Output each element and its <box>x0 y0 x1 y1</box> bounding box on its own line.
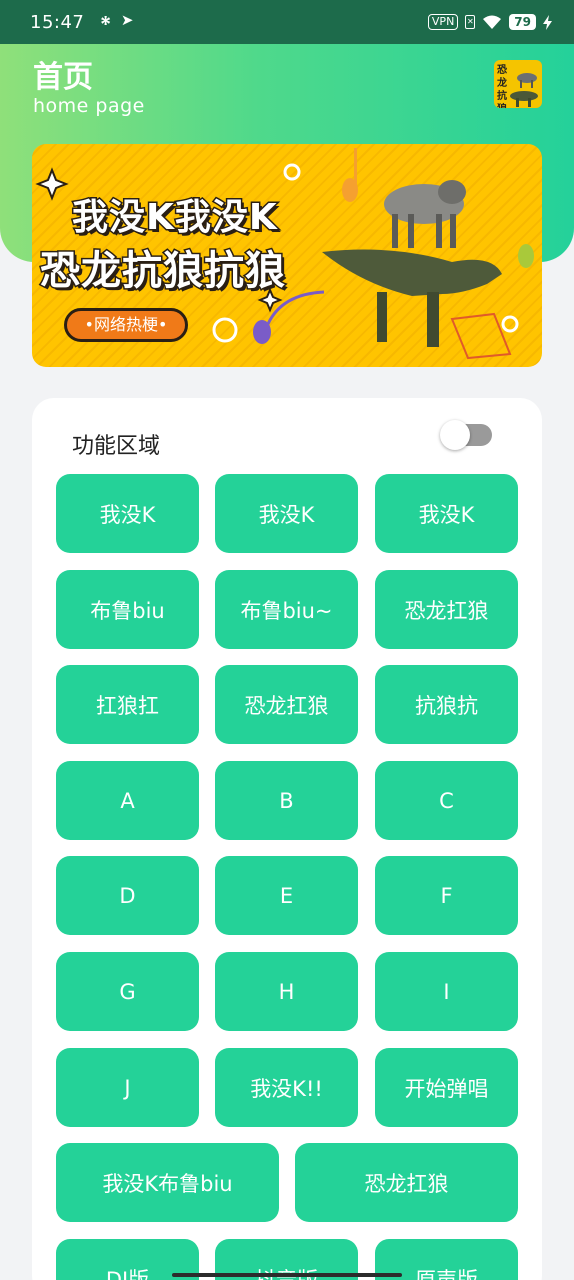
usb-icon: 🞷 <box>100 12 111 30</box>
no-sim-icon: ✕ <box>465 15 476 29</box>
logo-text: 恐龙抗狼 <box>497 65 507 108</box>
sound-button-23[interactable]: 恐龙扛狼 <box>295 1143 518 1222</box>
function-area-card: 功能区域 我没K 我没K 我没K 布鲁biu 布鲁biu~ 恐龙扛狼 扛狼扛 恐… <box>32 398 542 1280</box>
page-title: 首页 <box>33 60 93 95</box>
wifi-icon <box>483 15 502 29</box>
battery-indicator: 79 <box>509 14 536 30</box>
sound-button-20[interactable]: 我没K!! <box>215 1048 358 1127</box>
sound-button-1[interactable]: 我没K <box>56 474 199 553</box>
function-area-toggle[interactable] <box>440 420 492 450</box>
sound-button-19[interactable]: J <box>56 1048 199 1127</box>
banner-headline-1: 我没K我没K <box>71 196 279 240</box>
banner-tag: •网络热梗• <box>64 308 188 342</box>
promo-banner[interactable]: 我没K我没K 恐龙抗狼抗狼 •网络热梗• <box>32 144 542 367</box>
sound-button-14[interactable]: E <box>215 856 358 935</box>
sound-button-5[interactable]: 布鲁biu~ <box>215 570 358 649</box>
sound-button-7[interactable]: 扛狼扛 <box>56 665 199 744</box>
sound-button-6[interactable]: 恐龙扛狼 <box>375 570 518 649</box>
sound-button-11[interactable]: B <box>215 761 358 840</box>
sound-button-16[interactable]: G <box>56 952 199 1031</box>
sound-button-22[interactable]: 我没K布鲁biu <box>56 1143 279 1222</box>
sound-button-15[interactable]: F <box>375 856 518 935</box>
page-subtitle: home page <box>33 95 145 117</box>
sound-button-10[interactable]: A <box>56 761 199 840</box>
start-singing-button[interactable]: 开始弹唱 <box>375 1048 518 1127</box>
sound-button-8[interactable]: 恐龙扛狼 <box>215 665 358 744</box>
status-bar: 15:47 🞷 ➤ VPN ✕ 79 <box>0 0 574 44</box>
sound-button-3[interactable]: 我没K <box>375 474 518 553</box>
sound-button-18[interactable]: I <box>375 952 518 1031</box>
sound-button-9[interactable]: 抗狼抗 <box>375 665 518 744</box>
sound-button-12[interactable]: C <box>375 761 518 840</box>
function-area-title: 功能区域 <box>72 434 161 459</box>
sound-button-17[interactable]: H <box>215 952 358 1031</box>
home-indicator[interactable] <box>172 1273 402 1277</box>
status-time: 15:47 <box>30 11 85 33</box>
banner-headline-2: 恐龙抗狼抗狼 <box>39 247 287 296</box>
sound-button-13[interactable]: D <box>56 856 199 935</box>
sound-button-2[interactable]: 我没K <box>215 474 358 553</box>
app-logo: 恐龙抗狼 <box>494 60 542 108</box>
location-arrow-icon: ➤ <box>120 11 134 29</box>
bolt-icon <box>543 14 552 30</box>
toggle-knob <box>440 420 470 450</box>
vpn-indicator: VPN <box>427 14 459 30</box>
sound-button-4[interactable]: 布鲁biu <box>56 570 199 649</box>
